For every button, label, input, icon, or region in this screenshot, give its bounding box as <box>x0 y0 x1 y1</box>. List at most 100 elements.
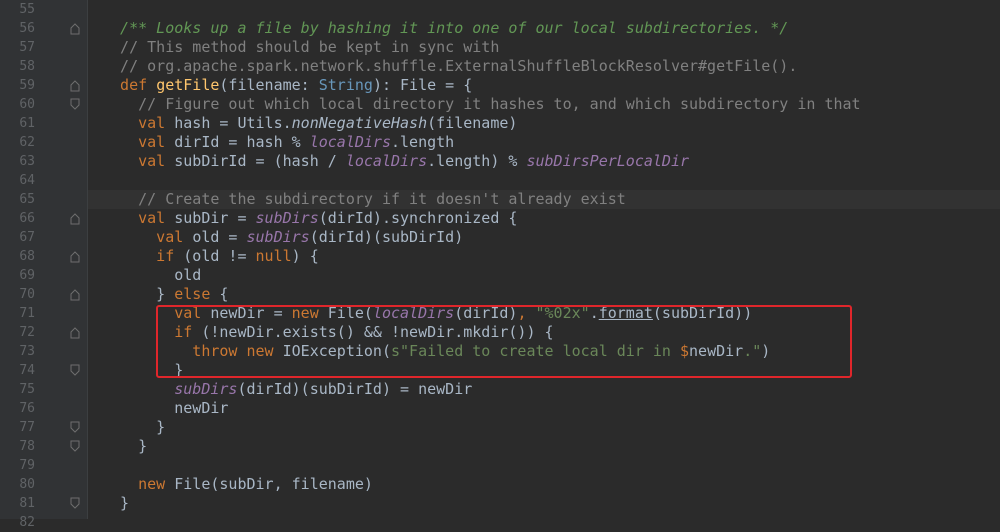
line-number: 59 <box>19 78 35 93</box>
fold-start-icon[interactable] <box>69 326 81 339</box>
token-kwn: def <box>102 76 157 94</box>
token-ident: subDir = <box>174 209 256 227</box>
code-line-76[interactable]: 76 newDir <box>0 399 1000 418</box>
line-number: 64 <box>19 173 35 188</box>
code-line-67[interactable]: 67 val old = subDirs(dirId)(subDirId) <box>0 228 1000 247</box>
line-number: 82 <box>19 515 35 530</box>
fold-end-icon[interactable] <box>69 421 81 434</box>
token-kwn: val <box>102 114 175 132</box>
line-number: 79 <box>19 458 35 473</box>
line-number: 81 <box>19 496 35 511</box>
line-number: 63 <box>19 154 35 169</box>
line-code: // org.apache.spark.network.shuffle.Exte… <box>102 57 797 76</box>
code-line-82[interactable]: 82 <box>0 513 1000 532</box>
token-cm: // This method should be kept in sync wi… <box>102 38 500 56</box>
token-fld: localDirs <box>345 152 428 170</box>
token-ident: } <box>102 285 175 303</box>
line-number: 71 <box>19 306 35 321</box>
token-ident: ) { <box>291 247 319 265</box>
token-ident: hash = Utils. <box>174 114 292 132</box>
code-line-59[interactable]: 59 def getFile(filename: String): File =… <box>0 76 1000 95</box>
line-code: val subDirId = (hash / localDirs.length)… <box>102 152 689 171</box>
code-line-68[interactable]: 68 if (old != null) { <box>0 247 1000 266</box>
token-fld: subDirs <box>102 380 238 398</box>
fold-end-icon[interactable] <box>69 440 81 453</box>
fold-start-icon[interactable] <box>69 22 81 35</box>
code-line-70[interactable]: 70 } else { <box>0 285 1000 304</box>
line-number: 57 <box>19 40 35 55</box>
token-ident: old <box>102 266 202 284</box>
fold-end-icon[interactable] <box>69 98 81 111</box>
line-number: 78 <box>19 439 35 454</box>
token-fld: subDirsPerLocalDir <box>526 152 690 170</box>
code-line-55[interactable]: 55 <box>0 0 1000 19</box>
code-line-65[interactable]: 65 // Create the subdirectory if it does… <box>0 190 1000 209</box>
token-kwn: new <box>102 475 175 493</box>
line-number: 67 <box>19 230 35 245</box>
code-line-63[interactable]: 63 val subDirId = (hash / localDirs.leng… <box>0 152 1000 171</box>
token-fld: subDirs <box>255 209 319 227</box>
line-number: 80 <box>19 477 35 492</box>
token-it: nonNegativeHash <box>291 114 428 132</box>
fold-start-icon[interactable] <box>69 212 81 225</box>
token-kwn: val <box>102 133 175 151</box>
line-number: 72 <box>19 325 35 340</box>
line-number: 62 <box>19 135 35 150</box>
line-code: val old = subDirs(dirId)(subDirId) <box>102 228 463 247</box>
line-number: 69 <box>19 268 35 283</box>
line-code: } <box>102 494 129 513</box>
code-line-78[interactable]: 78 } <box>0 437 1000 456</box>
annotation-highlight-box <box>156 305 852 378</box>
line-number: 66 <box>19 211 35 226</box>
line-code: subDirs(dirId)(subDirId) = newDir <box>102 380 472 399</box>
code-line-69[interactable]: 69 old <box>0 266 1000 285</box>
line-code: def getFile(filename: String): File = { <box>102 76 472 95</box>
token-kwn: null <box>255 247 292 265</box>
code-line-56[interactable]: 56 /** Looks up a file by hashing it int… <box>0 19 1000 38</box>
line-code: } <box>102 418 165 437</box>
token-ident: (dirId).synchronized { <box>318 209 518 227</box>
code-line-57[interactable]: 57 // This method should be kept in sync… <box>0 38 1000 57</box>
line-code: // Create the subdirectory if it doesn't… <box>102 190 626 209</box>
line-code: } <box>102 437 147 456</box>
fold-start-icon[interactable] <box>69 250 81 263</box>
fold-end-icon[interactable] <box>69 364 81 377</box>
code-line-75[interactable]: 75 subDirs(dirId)(subDirId) = newDir <box>0 380 1000 399</box>
code-line-81[interactable]: 81 } <box>0 494 1000 513</box>
line-number: 77 <box>19 420 35 435</box>
code-line-66[interactable]: 66 val subDir = subDirs(dirId).synchroni… <box>0 209 1000 228</box>
line-number: 61 <box>19 116 35 131</box>
line-code: new File(subDir, filename) <box>102 475 373 494</box>
code-line-64[interactable]: 64 <box>0 171 1000 190</box>
fold-start-icon[interactable] <box>69 288 81 301</box>
code-line-61[interactable]: 61 val hash = Utils.nonNegativeHash(file… <box>0 114 1000 133</box>
line-number: 55 <box>19 2 35 17</box>
token-kwn: val <box>102 152 175 170</box>
line-code: newDir <box>102 399 228 418</box>
code-line-79[interactable]: 79 <box>0 456 1000 475</box>
line-code: // This method should be kept in sync wi… <box>102 38 499 57</box>
fold-start-icon[interactable] <box>69 79 81 92</box>
line-code: val subDir = subDirs(dirId).synchronized… <box>102 209 517 228</box>
token-ident: } <box>102 418 166 436</box>
line-number: 70 <box>19 287 35 302</box>
code-line-58[interactable]: 58 // org.apache.spark.network.shuffle.E… <box>0 57 1000 76</box>
token-ident: newDir <box>102 399 229 417</box>
code-line-80[interactable]: 80 new File(subDir, filename) <box>0 475 1000 494</box>
line-number: 74 <box>19 363 35 378</box>
token-ident: } <box>102 437 148 455</box>
token-ident: (dirId)(subDirId) <box>309 228 464 246</box>
token-kwn: if <box>102 247 184 265</box>
token-ident: (dirId)(subDirId) = newDir <box>237 380 473 398</box>
code-line-60[interactable]: 60 // Figure out which local directory i… <box>0 95 1000 114</box>
token-fld: subDirs <box>246 228 310 246</box>
token-ident: (filename) <box>427 114 518 132</box>
token-ident: .length <box>391 133 455 151</box>
fold-end-icon[interactable] <box>69 497 81 510</box>
token-ty: String <box>318 76 373 94</box>
token-fld: localDirs <box>309 133 391 151</box>
line-number: 68 <box>19 249 35 264</box>
code-line-77[interactable]: 77 } <box>0 418 1000 437</box>
token-fn: getFile <box>156 76 220 94</box>
code-line-62[interactable]: 62 val dirId = hash % localDirs.length <box>0 133 1000 152</box>
